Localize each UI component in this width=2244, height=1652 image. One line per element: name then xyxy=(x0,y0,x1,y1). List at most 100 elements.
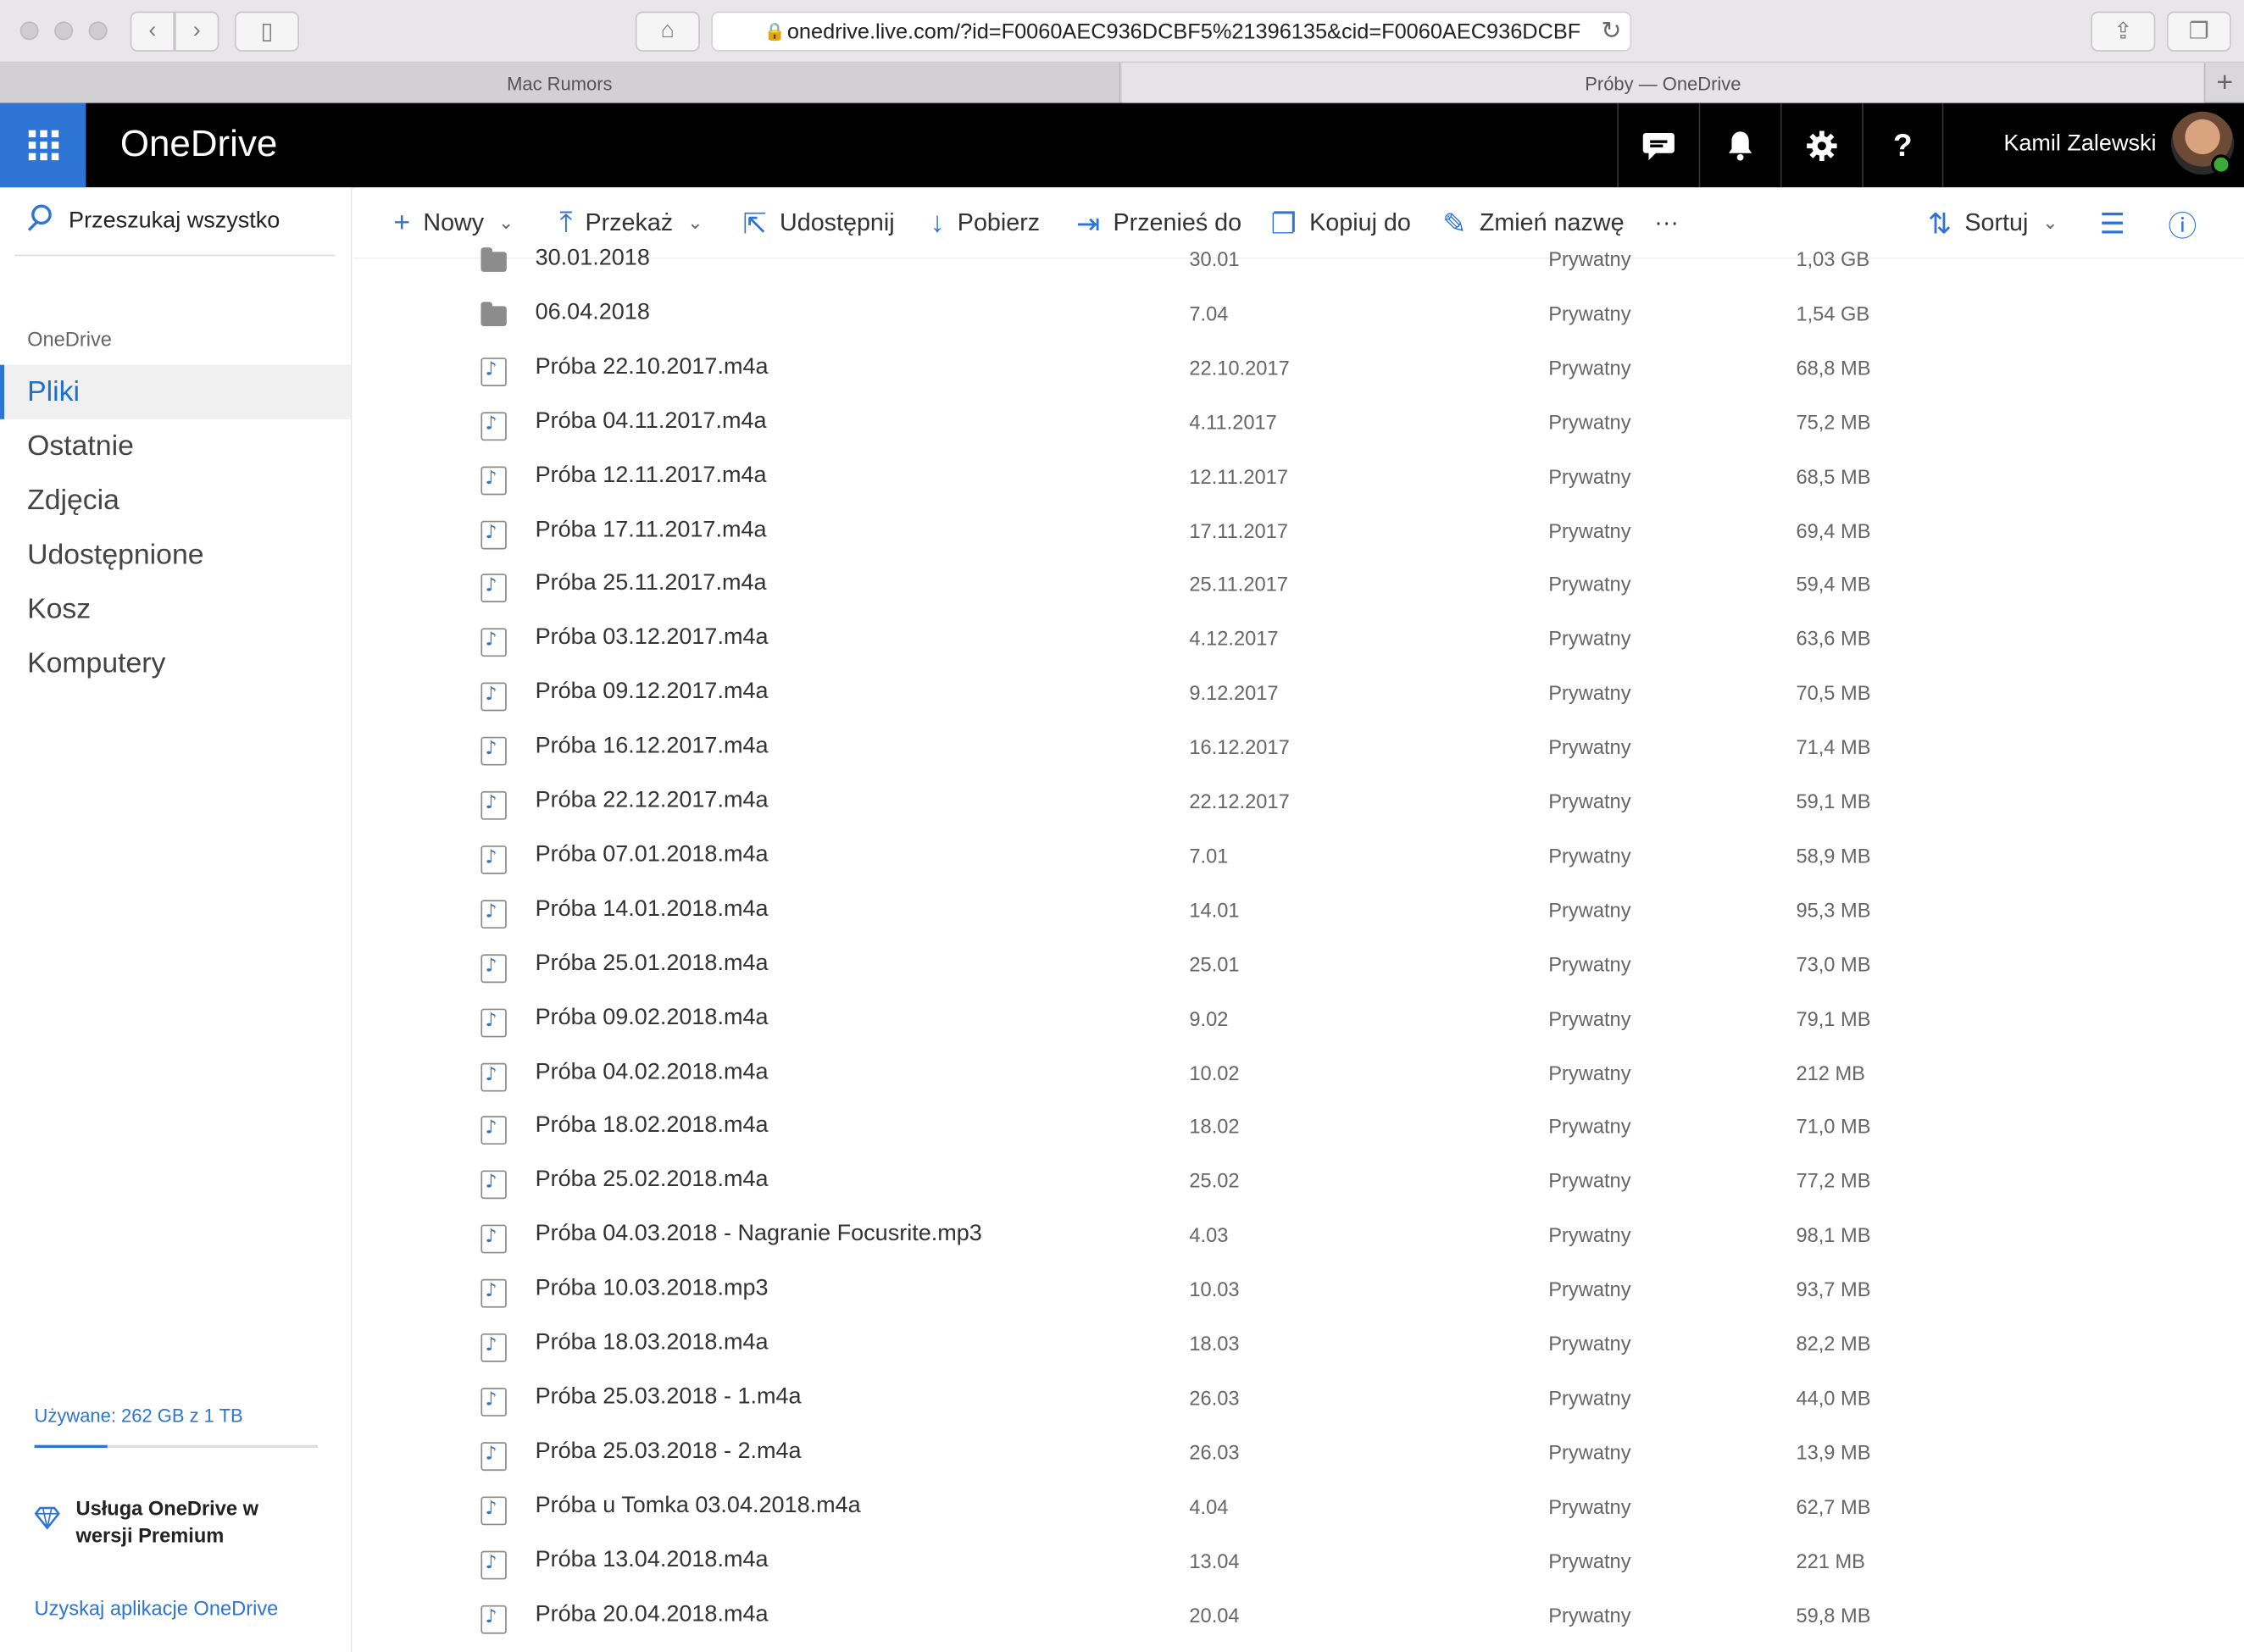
file-name[interactable]: Próba 09.02.2018.m4a xyxy=(536,1006,769,1031)
file-row[interactable]: Próba 22.10.2017.m4a 22.10.2017 Prywatny 68… xyxy=(353,343,2244,397)
file-name[interactable]: 06.04.2018 xyxy=(536,300,650,325)
file-row[interactable]: Próba 04.02.2018.m4a 10.02 Prywatny 212 MB xyxy=(353,1048,2244,1102)
file-name[interactable]: Próba 10.03.2018.mp3 xyxy=(536,1277,769,1302)
file-row[interactable]: Próba 13.04.2018.m4a 13.04 Prywatny 221 MB xyxy=(353,1536,2244,1590)
address-bar[interactable]: 🔒 onedrive.live.com/?id=F0060AEC936DCBF5… xyxy=(711,11,1632,52)
file-name[interactable]: 30.01.2018 xyxy=(536,246,650,271)
sidebar-item-pliki[interactable]: Pliki xyxy=(0,364,351,419)
file-name[interactable]: Próba 22.12.2017.m4a xyxy=(536,789,769,814)
file-size: 1,03 GB xyxy=(1796,247,1870,271)
feedback-button[interactable] xyxy=(1617,103,1698,188)
file-name[interactable]: Próba 07.01.2018.m4a xyxy=(536,843,769,868)
tabs-overview-button[interactable]: ❐ xyxy=(2166,11,2231,52)
audio-file-icon xyxy=(480,790,507,820)
home-button[interactable]: ⌂ xyxy=(635,11,700,52)
premium-promo[interactable]: Usługa OneDrive w wersji Premium xyxy=(76,1495,291,1549)
file-row[interactable]: Próba 25.02.2018.m4a 25.02 Prywatny 77,2 MB xyxy=(353,1156,2244,1211)
file-row[interactable]: Próba 25.03.2018 - 1.m4a 26.03 Prywatny 44,… xyxy=(353,1373,2244,1427)
file-name[interactable]: Próba 04.11.2017.m4a xyxy=(536,408,767,434)
storage-quota-link[interactable]: Używane: 262 GB z 1 TB xyxy=(35,1405,243,1426)
file-row[interactable]: Próba 18.02.2018.m4a 18.02 Prywatny 71,0 MB xyxy=(353,1102,2244,1156)
search-box[interactable] xyxy=(14,187,336,257)
sidebar-toggle-button[interactable]: ▯ xyxy=(234,11,299,52)
file-row[interactable]: Próba 07.01.2018.m4a 7.01 Prywatny 58,9 MB xyxy=(353,831,2244,885)
file-name[interactable]: Próba 25.03.2018 - 2.m4a xyxy=(536,1439,802,1465)
new-tab-button[interactable]: + xyxy=(2203,63,2244,103)
file-row[interactable]: Próba 25.01.2018.m4a 25.01 Prywatny 73,0 MB xyxy=(353,940,2244,994)
file-row[interactable]: Próba 03.12.2017.m4a 4.12.2017 Prywatny 63,… xyxy=(353,614,2244,668)
file-sharing: Prywatny xyxy=(1548,1549,1631,1572)
sidebar-item-komputery[interactable]: Komputery xyxy=(0,637,351,691)
file-row[interactable]: Próba 16.12.2017.m4a 16.12.2017 Prywatny 71… xyxy=(353,723,2244,777)
settings-button[interactable] xyxy=(1780,103,1862,188)
file-row[interactable]: Próba 25.03.2018 - 2.m4a 26.03 Prywatny 13,… xyxy=(353,1427,2244,1482)
file-size: 71,4 MB xyxy=(1796,735,1871,759)
user-name[interactable]: Kamil Zalewski xyxy=(2003,131,2156,157)
file-size: 98,1 MB xyxy=(1796,1223,1871,1247)
share-button[interactable]: ⇪ xyxy=(2091,11,2156,52)
sidebar-item-zdjecia[interactable]: Zdjęcia xyxy=(0,474,351,528)
file-name[interactable]: Próba 04.02.2018.m4a xyxy=(536,1060,769,1085)
file-row[interactable]: Próba 12.11.2017.m4a 12.11.2017 Prywatny 68… xyxy=(353,452,2244,506)
file-name[interactable]: Próba 20.04.2018.m4a xyxy=(536,1602,769,1627)
file-modified: 4.12.2017 xyxy=(1189,627,1279,651)
file-name[interactable]: Próba 18.03.2018.m4a xyxy=(536,1331,769,1356)
file-modified: 4.03 xyxy=(1189,1223,1229,1247)
file-row[interactable]: Próba 14.01.2018.m4a 14.01 Prywatny 95,3 MB xyxy=(353,885,2244,940)
file-row[interactable]: Próba 04.03.2018 - Nagranie Focusrite.mp… xyxy=(353,1211,2244,1265)
info-icon: ⓘ xyxy=(2168,211,2197,243)
file-name[interactable]: Próba 25.02.2018.m4a xyxy=(536,1168,769,1194)
file-name[interactable]: Próba 04.03.2018 - Nagranie Focusrite.mp… xyxy=(536,1222,982,1248)
file-row[interactable]: Próba 04.11.2017.m4a 4.11.2017 Prywatny 75,… xyxy=(353,397,2244,452)
file-name[interactable]: Próba 03.12.2017.m4a xyxy=(536,626,769,651)
file-name[interactable]: Próba 16.12.2017.m4a xyxy=(536,735,769,760)
tab-mac-rumors[interactable]: Mac Rumors xyxy=(0,63,1121,103)
file-row[interactable]: Próba 09.12.2017.m4a 9.12.2017 Prywatny 70,… xyxy=(353,668,2244,723)
back-button[interactable]: ‹ xyxy=(130,11,175,52)
file-row[interactable]: Próba 09.02.2018.m4a 9.02 Prywatny 79,1 MB xyxy=(353,994,2244,1048)
sidebar-item-kosz[interactable]: Kosz xyxy=(0,582,351,636)
file-name[interactable]: Próba 12.11.2017.m4a xyxy=(536,463,767,488)
file-name[interactable]: Próba 25.11.2017.m4a xyxy=(536,571,767,596)
app-title[interactable]: OneDrive xyxy=(120,122,277,166)
app-launcher-icon[interactable] xyxy=(0,103,86,188)
close-window-button[interactable] xyxy=(19,21,39,41)
file-row[interactable]: Próba 17.11.2017.m4a 17.11.2017 Prywatny 69… xyxy=(353,506,2244,560)
file-name[interactable]: Próba 25.03.2018 - 1.m4a xyxy=(536,1385,802,1411)
audio-file-icon xyxy=(480,1116,507,1145)
file-sharing: Prywatny xyxy=(1548,1386,1631,1410)
minimize-window-button[interactable] xyxy=(54,21,74,41)
help-button[interactable]: ? xyxy=(1862,103,1944,188)
reload-icon[interactable]: ↻ xyxy=(1595,17,1622,47)
file-row[interactable]: Próba 25.11.2017.m4a 25.11.2017 Prywatny 59… xyxy=(353,560,2244,614)
file-size: 68,5 MB xyxy=(1796,464,1871,488)
zoom-window-button[interactable] xyxy=(88,21,108,41)
file-row[interactable]: Próba u Tomka 03.04.2018.m4a 4.04 Prywatny… xyxy=(353,1482,2244,1536)
file-name[interactable]: Próba 25.01.2018.m4a xyxy=(536,951,769,977)
file-row[interactable]: Próba 22.12.2017.m4a 22.12.2017 Prywatny 59… xyxy=(353,777,2244,831)
sidebar-item-udostepnione[interactable]: Udostępnione xyxy=(0,528,351,582)
share-icon: ⇪ xyxy=(2113,19,2133,45)
file-sharing: Prywatny xyxy=(1548,735,1631,759)
folder-row[interactable]: 06.04.2018 7.04 Prywatny 1,54 GB xyxy=(353,289,2244,343)
audio-file-icon xyxy=(480,574,507,603)
search-input[interactable] xyxy=(69,208,334,235)
get-apps-link[interactable]: Uzyskaj aplikacje OneDrive xyxy=(35,1597,279,1620)
file-modified: 10.02 xyxy=(1189,1061,1240,1084)
tab-proby-onedrive[interactable]: Próby — OneDrive xyxy=(1122,63,2204,103)
file-name[interactable]: Próba 22.10.2017.m4a xyxy=(536,354,769,380)
folder-row[interactable]: 30.01.2018 30.01 Prywatny 1,03 GB xyxy=(353,243,2244,289)
file-name[interactable]: Próba u Tomka 03.04.2018.m4a xyxy=(536,1494,861,1519)
file-row[interactable]: Próba 10.03.2018.mp3 10.03 Prywatny 93,7 MB xyxy=(353,1265,2244,1319)
file-modified: 25.02 xyxy=(1189,1169,1240,1193)
file-name[interactable]: Próba 17.11.2017.m4a xyxy=(536,518,767,543)
forward-button[interactable]: › xyxy=(175,11,219,52)
file-name[interactable]: Próba 18.02.2018.m4a xyxy=(536,1114,769,1139)
file-row[interactable]: Próba 20.04.2018.m4a 20.04 Prywatny 59,8 MB xyxy=(353,1590,2244,1644)
notifications-button[interactable] xyxy=(1698,103,1780,188)
file-name[interactable]: Próba 13.04.2018.m4a xyxy=(536,1548,769,1573)
file-row[interactable]: Próba 18.03.2018.m4a 18.03 Prywatny 82,2 MB xyxy=(353,1319,2244,1373)
sidebar-item-ostatnie[interactable]: Ostatnie xyxy=(0,419,351,474)
file-name[interactable]: Próba 09.12.2017.m4a xyxy=(536,679,769,705)
file-name[interactable]: Próba 14.01.2018.m4a xyxy=(536,897,769,923)
